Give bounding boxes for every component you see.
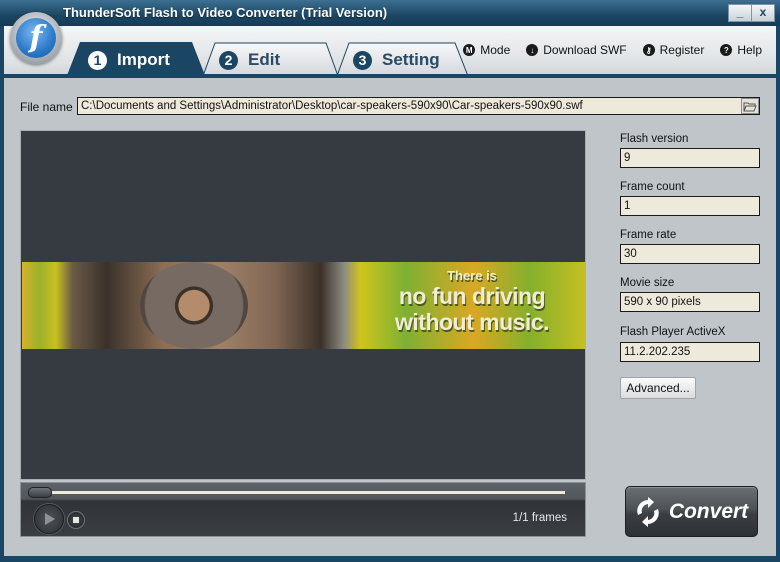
flash-logo-icon: f xyxy=(16,18,56,58)
app-window: ThunderSoft Flash to Video Converter (Tr… xyxy=(0,0,780,562)
frame-rate-field: 30 xyxy=(620,244,760,264)
download-swf-label: Download SWF xyxy=(543,43,627,57)
activex-field: 11.2.202.235 xyxy=(620,342,760,362)
movie-size-label: Movie size xyxy=(620,277,675,289)
advanced-button[interactable]: Advanced... xyxy=(620,377,696,399)
seek-handle[interactable] xyxy=(28,487,52,498)
tab-import[interactable]: 1 Import xyxy=(66,42,208,78)
preview-banner-image: There is no fun driving without music. xyxy=(22,262,586,349)
window-title: ThunderSoft Flash to Video Converter (Tr… xyxy=(63,5,388,20)
convert-button[interactable]: Convert xyxy=(625,486,758,537)
tab-edit-label: Edit xyxy=(248,50,281,69)
player-controls: 1/1 frames xyxy=(20,482,586,537)
stop-icon xyxy=(73,517,79,523)
activex-label: Flash Player ActiveX xyxy=(620,326,726,338)
file-name-label: File name xyxy=(20,100,73,114)
flash-version-label: Flash version xyxy=(620,133,689,145)
step-3-badge: 3 xyxy=(353,50,372,70)
flash-preview: There is no fun driving without music. xyxy=(20,130,586,480)
play-button[interactable] xyxy=(34,504,64,534)
title-bar: ThunderSoft Flash to Video Converter (Tr… xyxy=(0,0,780,26)
frame-rate-label: Frame rate xyxy=(620,229,677,241)
help-link[interactable]: ? Help xyxy=(720,43,762,57)
step-1-badge: 1 xyxy=(88,50,107,70)
mode-link[interactable]: M Mode xyxy=(463,43,510,57)
file-name-input[interactable] xyxy=(77,97,760,115)
register-link[interactable]: ⚷ Register xyxy=(642,43,705,57)
tab-setting[interactable]: 3 Setting xyxy=(335,42,475,77)
stop-button[interactable] xyxy=(67,511,85,529)
mode-icon: M xyxy=(463,44,476,56)
frame-count-label: Frame count xyxy=(620,181,685,193)
frame-count-field: 1 xyxy=(620,196,760,216)
tab-import-label: Import xyxy=(117,50,170,69)
frame-counter: 1/1 frames xyxy=(512,512,567,524)
play-icon xyxy=(45,513,55,525)
banner-text-line3: without music. xyxy=(395,309,550,335)
banner-text-line1: There is xyxy=(447,268,497,283)
register-label: Register xyxy=(659,43,705,57)
speaker-graphic xyxy=(140,262,248,349)
close-button[interactable]: x xyxy=(752,4,775,22)
download-swf-link[interactable]: ↓ Download SWF xyxy=(526,43,627,57)
tab-setting-label: Setting xyxy=(382,50,440,69)
movie-size-field: 590 x 90 pixels xyxy=(620,292,760,312)
folder-open-icon xyxy=(743,102,757,111)
top-links: M Mode ↓ Download SWF ⚷ Register ? Help xyxy=(463,43,762,57)
help-icon: ? xyxy=(720,44,733,56)
download-icon: ↓ xyxy=(526,44,539,56)
flash-version-field: 9 xyxy=(620,148,760,168)
app-logo: f xyxy=(10,12,62,64)
banner-text-line2: no fun driving xyxy=(398,283,546,309)
key-icon: ⚷ xyxy=(642,44,655,56)
import-panel: File name There is no fun driving withou… xyxy=(4,78,776,556)
tab-edit[interactable]: 2 Edit xyxy=(201,42,341,77)
seek-bar[interactable] xyxy=(41,491,565,494)
step-2-badge: 2 xyxy=(219,50,238,70)
browse-button[interactable] xyxy=(741,98,759,114)
minimize-button[interactable]: _ xyxy=(728,4,752,22)
mode-label: Mode xyxy=(480,43,511,57)
convert-label: Convert xyxy=(668,499,749,523)
help-label: Help xyxy=(737,43,762,57)
convert-refresh-icon xyxy=(637,496,659,527)
